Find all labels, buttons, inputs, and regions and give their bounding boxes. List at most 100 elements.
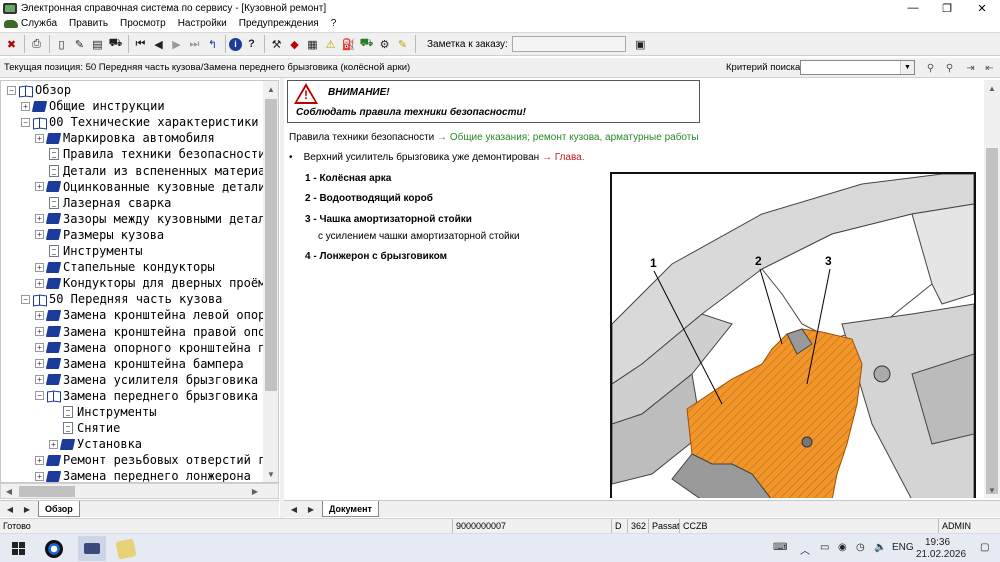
menu-service[interactable]: Служба [21, 18, 57, 29]
menu-edit[interactable]: Править [69, 18, 108, 29]
tree-scroll-thumb[interactable] [265, 99, 277, 391]
note-edit-icon[interactable]: ▣ [632, 35, 649, 53]
bmw-app-icon[interactable] [45, 540, 63, 558]
expand-icon[interactable]: + [21, 101, 30, 111]
tree-item[interactable]: Детали из вспененных материалов [35, 163, 278, 179]
active-app-tile[interactable] [78, 536, 106, 561]
tree-item[interactable]: + Замена кронштейна правой опоры [35, 324, 278, 340]
tree-hscroll-thumb[interactable] [19, 486, 75, 497]
tree-item[interactable]: Снятие [49, 420, 120, 436]
tree-item[interactable]: + Стапельные кондукторы [35, 259, 215, 275]
tab-next-icon[interactable]: ▶ [20, 502, 34, 516]
car-icon[interactable]: ⛟ [107, 35, 124, 53]
windows-start-icon[interactable] [12, 542, 26, 556]
expand-icon[interactable]: + [35, 471, 44, 481]
expand-icon[interactable]: + [49, 439, 58, 449]
collapse-icon[interactable]: − [21, 117, 30, 127]
expand-icon[interactable]: + [35, 230, 44, 240]
clipboard-icon[interactable]: ▤ [89, 35, 106, 53]
notes-icon[interactable]: ✎ [394, 35, 411, 53]
tree-horizontal-scrollbar[interactable]: ◀ ▶ [0, 483, 279, 499]
document-scroll-thumb[interactable] [986, 148, 998, 494]
tree-item[interactable]: − Обзор [7, 82, 71, 98]
tab-document[interactable]: Документ [322, 501, 379, 517]
lubricant-icon[interactable]: ⛽ [340, 35, 357, 53]
search-combobox[interactable]: ▼ [800, 60, 915, 75]
previous-icon[interactable]: ◀ [150, 35, 167, 53]
new-document-icon[interactable]: ▯ [53, 35, 70, 53]
tree-item[interactable]: Правила техники безопасности [35, 146, 265, 162]
tree-item[interactable]: − 00 Технические характеристики [21, 114, 259, 130]
scroll-right-icon[interactable]: ▶ [247, 484, 263, 498]
tree-item[interactable]: + Замена усилителя брызговика [35, 372, 258, 388]
expand-icon[interactable]: + [35, 133, 44, 143]
table-icon[interactable]: ▦ [304, 35, 321, 53]
search-next-icon[interactable]: ⚲ [941, 60, 958, 76]
info-icon[interactable]: i [229, 37, 242, 51]
tree-item[interactable]: Инструменты [35, 243, 142, 259]
wrench-car-icon[interactable]: ⚙ [376, 35, 393, 53]
edit-document-icon[interactable]: ✎ [71, 35, 88, 53]
collapse-icon[interactable]: − [35, 391, 44, 401]
tree-item[interactable]: + Общие инструкции [21, 98, 165, 114]
scroll-down-icon[interactable]: ▼ [263, 466, 278, 482]
car-body-icon[interactable]: ⛟ [358, 35, 375, 53]
tree-item[interactable]: − Замена переднего брызговика [35, 388, 258, 404]
expand-icon[interactable]: + [35, 327, 44, 336]
first-page-icon[interactable]: ⏮ [132, 35, 149, 53]
tree-item[interactable]: + Оцинкованные кузовные детали [35, 179, 265, 195]
help-icon[interactable]: ? [243, 35, 260, 53]
collapse-right-icon[interactable]: ⇤ [981, 60, 998, 76]
last-page-icon[interactable]: ⏭ [186, 35, 203, 53]
notification-icon[interactable]: ▢ [980, 542, 989, 553]
tree-item[interactable]: Инструменты [49, 404, 156, 420]
search-icon[interactable]: ⚲ [922, 60, 939, 76]
menu-help[interactable]: ? [331, 18, 337, 29]
keyboard-icon[interactable]: ⌨ [773, 542, 787, 553]
order-note-input[interactable] [511, 36, 626, 52]
minimize-button[interactable]: — [896, 0, 930, 16]
expand-icon[interactable]: + [35, 214, 44, 224]
scroll-left-icon[interactable]: ◀ [1, 484, 17, 498]
network-icon[interactable]: ◷ [856, 542, 865, 553]
expand-icon[interactable]: + [35, 359, 44, 369]
tree-item[interactable]: + Зазоры между кузовными деталями [35, 211, 278, 227]
menu-warnings[interactable]: Предупреждения [239, 18, 319, 29]
tree-item[interactable]: + Замена переднего лонжерона [35, 468, 251, 482]
battery-icon[interactable]: ▭ [820, 542, 829, 553]
safety-link[interactable]: → Общие указания; ремонт кузова, арматур… [437, 132, 698, 143]
tree-item[interactable]: Лазерная сварка [35, 195, 171, 211]
warning-icon[interactable]: ⚠ [322, 35, 339, 53]
collapse-left-icon[interactable]: ⇥ [962, 60, 979, 76]
tree-item[interactable]: − 50 Передняя часть кузова [21, 291, 222, 307]
expand-icon[interactable]: + [35, 455, 44, 465]
expand-icon[interactable]: + [35, 343, 44, 353]
show-hidden-icon[interactable]: ︿ [800, 542, 810, 557]
tab-prev-icon[interactable]: ◀ [287, 502, 301, 516]
menu-view[interactable]: Просмотр [120, 18, 166, 29]
chapter-link[interactable]: → Глава. [542, 152, 585, 163]
tree-item[interactable]: + Замена опорного кронштейна п [35, 340, 265, 356]
repair-icon[interactable]: ◆ [286, 35, 303, 53]
expand-icon[interactable]: + [35, 262, 44, 272]
maximize-button[interactable]: ❐ [930, 0, 964, 16]
tree-item[interactable]: + Установка [49, 436, 142, 452]
tree-item[interactable]: + Кондукторы для дверных проёмов [35, 275, 278, 291]
scroll-down-icon[interactable]: ▼ [984, 482, 1000, 498]
collapse-icon[interactable]: − [21, 294, 30, 304]
tree-item[interactable]: + Маркировка автомобиля [35, 130, 215, 146]
tools-app-icon[interactable] [115, 538, 137, 560]
language-indicator[interactable]: ENG [892, 542, 914, 553]
tab-prev-icon[interactable]: ◀ [3, 502, 17, 516]
expand-icon[interactable]: + [35, 310, 44, 320]
dropdown-arrow-icon[interactable]: ▼ [900, 61, 914, 74]
tree-vertical-scrollbar[interactable]: ▲ ▼ [263, 81, 278, 482]
tree-item[interactable]: + Замена кронштейна бампера [35, 356, 244, 372]
scroll-up-icon[interactable]: ▲ [984, 80, 1000, 96]
exit-icon[interactable]: ✖ [3, 35, 20, 53]
document-vertical-scrollbar[interactable]: ▲ ▼ [984, 80, 1000, 498]
back-icon[interactable]: ↰ [204, 35, 221, 53]
close-button[interactable]: ✕ [965, 0, 999, 16]
tree-item[interactable]: + Ремонт резьбовых отверстий г [35, 452, 265, 468]
volume-icon[interactable]: 🔈 [874, 542, 886, 553]
